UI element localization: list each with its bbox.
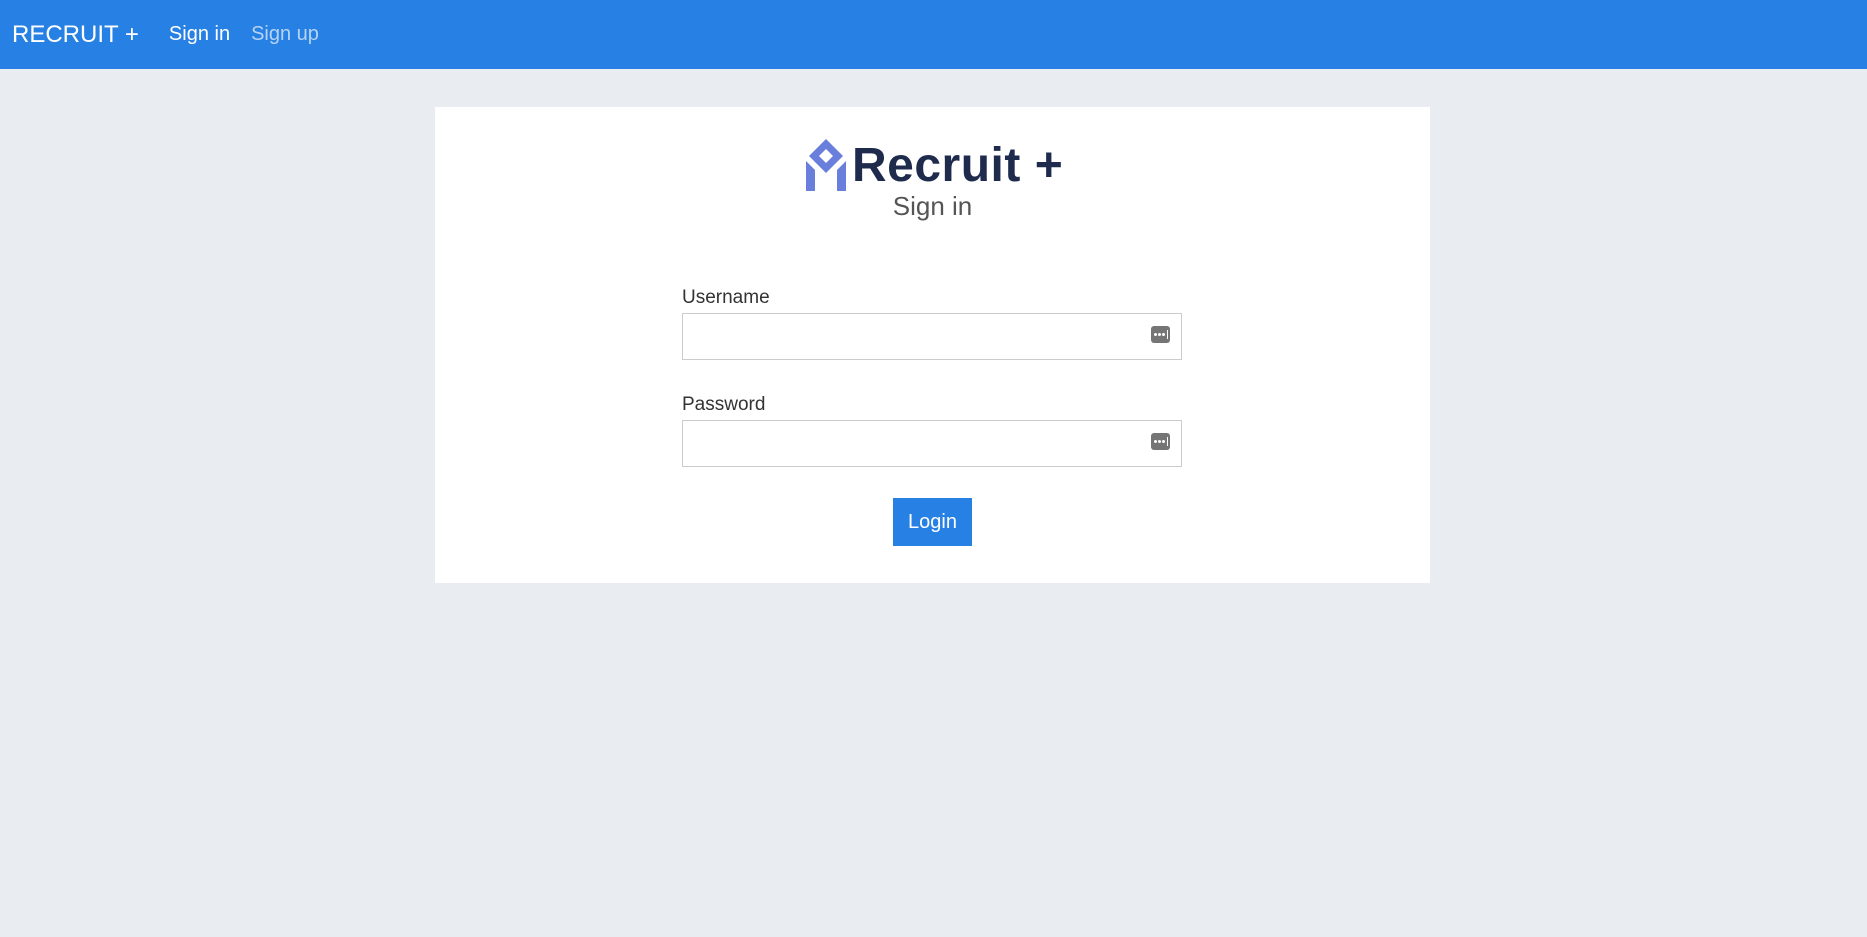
nav-sign-up[interactable]: Sign up [251,23,319,46]
sign-in-card: Recruit + Sign in Username Password Logi… [435,107,1430,583]
top-navbar: RECRUIT + Sign in Sign up [0,0,1867,69]
password-manager-icon[interactable] [1151,433,1170,450]
password-label: Password [682,394,766,415]
username-field [682,313,1182,360]
logo-text: Recruit + [852,138,1064,192]
password-manager-icon[interactable] [1151,326,1170,343]
page-title: Sign in [892,191,973,221]
login-button[interactable]: Login [893,498,972,546]
navbar-brand[interactable]: RECRUIT + [12,21,139,49]
username-input[interactable] [683,314,1143,359]
password-input[interactable] [683,421,1143,466]
nav-sign-in[interactable]: Sign in [169,23,230,46]
recruit-logo-icon [806,139,846,191]
password-field [682,420,1182,467]
username-label: Username [682,287,770,308]
logo: Recruit + [806,137,1063,193]
